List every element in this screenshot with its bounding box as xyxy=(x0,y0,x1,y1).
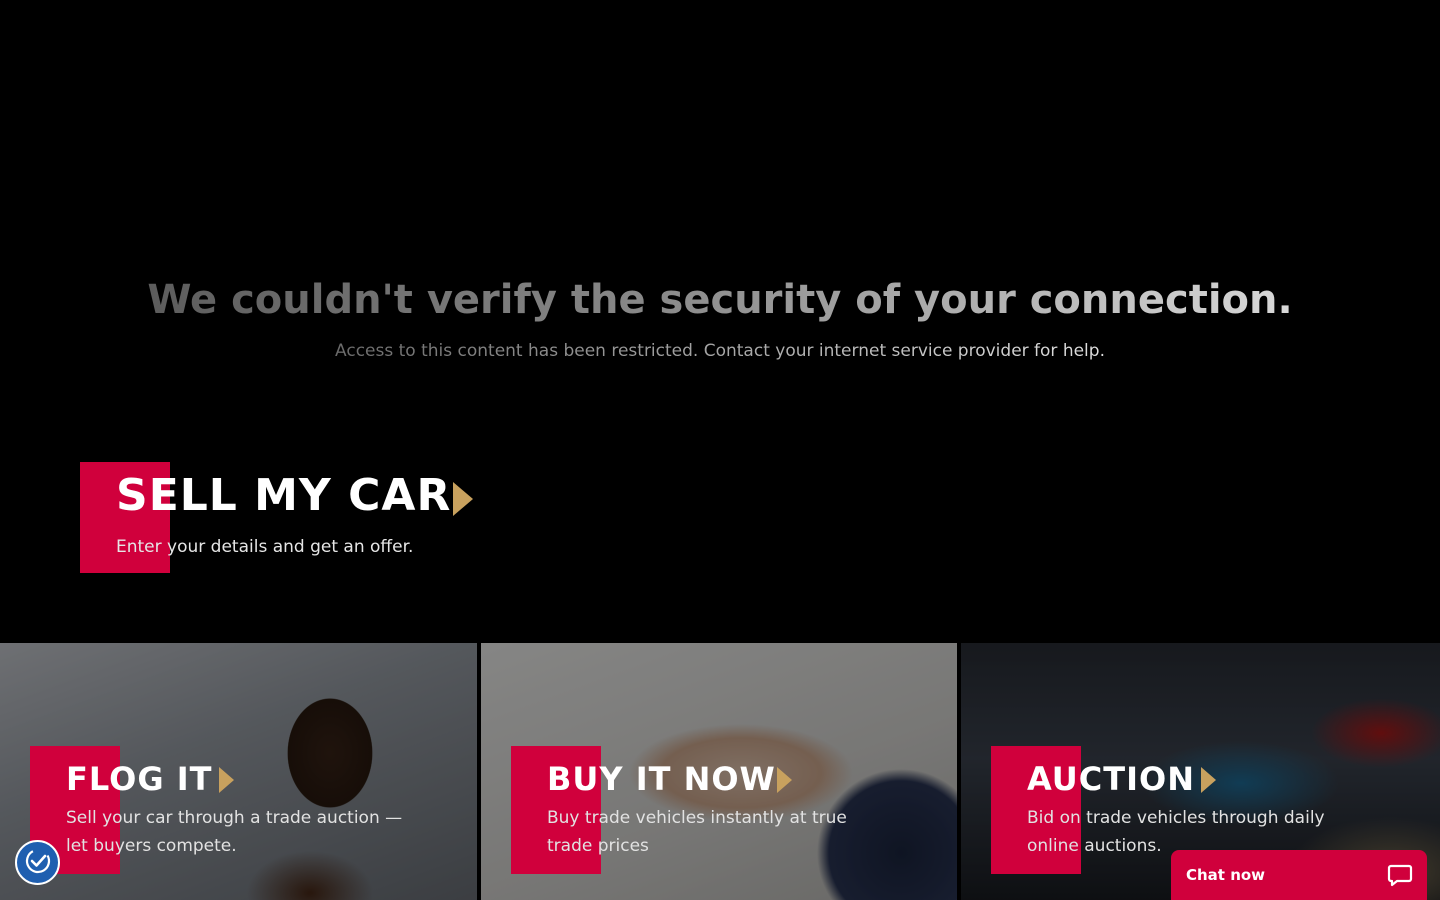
card-title: BUY IT NOW xyxy=(547,760,776,798)
card-flog-it[interactable]: FLOG IT Sell your car through a trade au… xyxy=(0,643,477,900)
play-arrow-icon xyxy=(219,767,234,793)
play-arrow-icon xyxy=(777,767,792,793)
hero-title: SELL MY CAR xyxy=(116,470,452,521)
error-subtitle: Access to this content has been restrict… xyxy=(335,341,1105,361)
chat-now-button[interactable]: Chat now xyxy=(1171,850,1427,900)
error-title: We couldn't verify the security of your … xyxy=(147,270,1292,330)
card-title: FLOG IT xyxy=(66,760,213,798)
accessibility-icon xyxy=(23,846,53,880)
card-description: Sell your car through a trade auction — … xyxy=(66,808,403,856)
chat-label: Chat now xyxy=(1186,866,1266,884)
play-arrow-icon xyxy=(453,482,473,516)
play-arrow-icon xyxy=(1201,767,1216,793)
page: We couldn't verify the security of your … xyxy=(0,0,1440,900)
card-title: AUCTION xyxy=(1027,760,1195,798)
hero-subtitle: Enter your details and get an offer. xyxy=(116,537,414,557)
error-message: We couldn't verify the security of your … xyxy=(0,270,1440,362)
card-buy-it-now[interactable]: BUY IT NOW Buy trade vehicles instantly … xyxy=(481,643,957,900)
card-description: Buy trade vehicles instantly at true tra… xyxy=(547,808,847,856)
accessibility-button[interactable] xyxy=(15,840,60,885)
chat-bubble-icon xyxy=(1387,862,1413,888)
sell-my-car-link[interactable]: SELL MY CAR Enter your details and get a… xyxy=(80,462,540,574)
